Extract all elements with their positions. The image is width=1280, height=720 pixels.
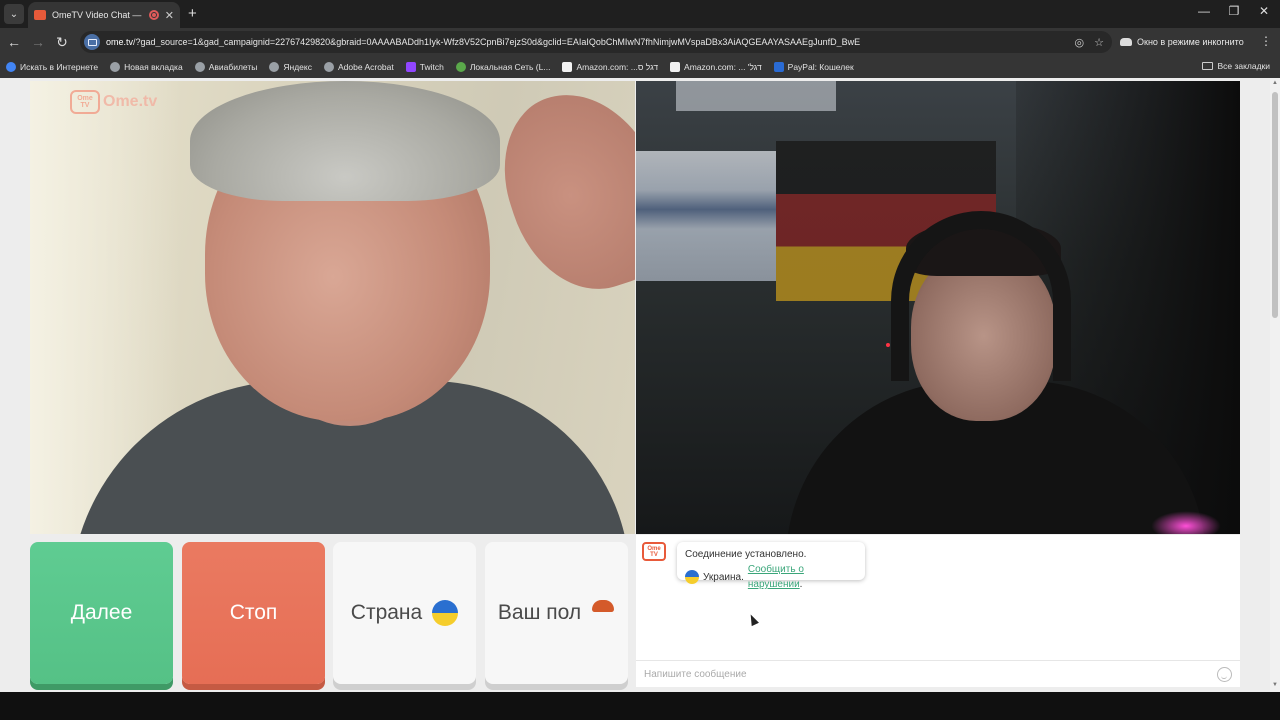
twitch-icon (405, 62, 416, 72)
boy-icon (591, 600, 615, 626)
report-link[interactable]: Сообщить о нарушении (748, 564, 804, 590)
headphones (891, 211, 1071, 381)
bookmark-item[interactable]: Новая вкладка (110, 62, 183, 72)
connected-message: Соединение установлено. (685, 549, 807, 560)
forward-icon[interactable]: → (30, 34, 46, 50)
tab-search-icon[interactable]: ⌄ (4, 4, 24, 24)
bookmark-item[interactable]: Adobe Acrobat (323, 62, 394, 72)
scroll-down-icon[interactable]: ▼ (1272, 682, 1278, 688)
incognito-icon (1120, 38, 1132, 46)
bookmarks-bar: Искать в Интернете Новая вкладка Авиабил… (0, 56, 1280, 78)
os-taskbar (0, 692, 1280, 720)
amazon-icon (670, 62, 681, 72)
minimize-icon[interactable]: — (1194, 4, 1214, 18)
bookmark-item[interactable]: Amazon.com: ...דגל ס (562, 62, 658, 72)
incognito-label: Окно в режиме инкогнито (1137, 37, 1244, 47)
tab-strip: ⌄ OmeTV Video Chat — Omegle ✕ + — ❐ ✕ (0, 0, 1280, 28)
bookmark-item[interactable]: Искать в Интернете (6, 62, 98, 72)
tv-icon: Ome TV (70, 90, 100, 114)
message-input[interactable] (644, 668, 1217, 680)
mouse-cursor-icon (747, 612, 759, 627)
bookmark-item[interactable]: Локальная Сеть (L... (455, 62, 550, 72)
globe-icon (194, 62, 205, 72)
stranger-video: Ome TV Ome.tv (30, 81, 635, 534)
restore-icon[interactable]: ❐ (1224, 4, 1244, 18)
globe-icon (110, 62, 121, 72)
tracking-off-icon[interactable]: ◎ (1075, 36, 1085, 49)
ometv-tv-icon: Ome TV (642, 542, 666, 561)
tab-close-icon[interactable]: ✕ (165, 9, 174, 22)
israel-flag-background (636, 151, 776, 281)
ukraine-flag-icon (432, 600, 459, 626)
bookmark-item[interactable]: Авиабилеты (194, 62, 257, 72)
back-icon[interactable]: ← (6, 34, 22, 50)
stop-button[interactable]: Стоп (182, 542, 325, 684)
ometv-logo: Ome TV Ome.tv (70, 90, 157, 114)
all-bookmarks[interactable]: Все закладки (1202, 61, 1270, 71)
tab-active[interactable]: OmeTV Video Chat — Omegle ✕ (28, 2, 180, 28)
search-globe-icon (6, 62, 16, 72)
chat-panel: Ome TV Соединение установлено. Украина. … (636, 535, 1240, 687)
chat-input-bar (636, 660, 1240, 687)
android-icon (455, 62, 466, 72)
reload-icon[interactable]: ↻ (54, 34, 70, 50)
system-message: Соединение установлено. Украина. Сообщит… (677, 542, 865, 590)
bookmark-item[interactable]: Twitch (405, 62, 444, 72)
ometv-page: Ome TV Ome.tv Далее Стоп Страна Ваш пол … (0, 78, 1270, 692)
close-window-icon[interactable]: ✕ (1254, 4, 1274, 18)
browser-toolbar: ← → ↻ ome.tv/?gad_source=1&gad_campaigni… (0, 28, 1280, 56)
self-video (636, 81, 1240, 534)
folder-icon (1202, 62, 1214, 70)
bookmark-item[interactable]: Яндекс (269, 62, 312, 72)
scroll-up-icon[interactable]: ▲ (1272, 80, 1278, 86)
bookmark-item[interactable]: PayPal: Кошелек (773, 62, 854, 72)
site-info-icon[interactable] (84, 34, 100, 50)
incognito-indicator[interactable]: Окно в режиме инкогнито (1120, 32, 1244, 52)
recording-icon (148, 10, 159, 20)
next-button[interactable]: Далее (30, 542, 173, 684)
country-button[interactable]: Страна (333, 542, 476, 684)
logo-text: Ome.tv (103, 93, 158, 110)
menu-dots-icon[interactable]: ⋮ (1260, 34, 1272, 48)
address-bar[interactable]: ome.tv/?gad_source=1&gad_campaignid=2276… (80, 31, 1112, 53)
paypal-icon (773, 62, 784, 72)
page-scrollbar[interactable]: ▲ ▼ (1270, 78, 1280, 692)
amazon-icon (562, 62, 573, 72)
ukraine-flag-icon (685, 570, 699, 584)
url-text[interactable]: ome.tv/?gad_source=1&gad_campaignid=2276… (106, 37, 1065, 47)
bookmark-star-icon[interactable]: ☆ (1094, 36, 1104, 49)
globe-icon (323, 62, 334, 72)
tab-title: OmeTV Video Chat — Omegle (52, 10, 143, 20)
emoji-icon[interactable] (1217, 666, 1232, 682)
country-name: Украина. (703, 571, 744, 583)
gender-button[interactable]: Ваш пол (485, 542, 628, 684)
bookmark-item[interactable]: Amazon.com: ... 'דגל (670, 62, 762, 72)
new-tab-icon[interactable]: + (188, 5, 197, 22)
ometv-favicon-icon (34, 10, 46, 20)
globe-icon (269, 62, 280, 72)
scroll-thumb[interactable] (1272, 92, 1278, 318)
